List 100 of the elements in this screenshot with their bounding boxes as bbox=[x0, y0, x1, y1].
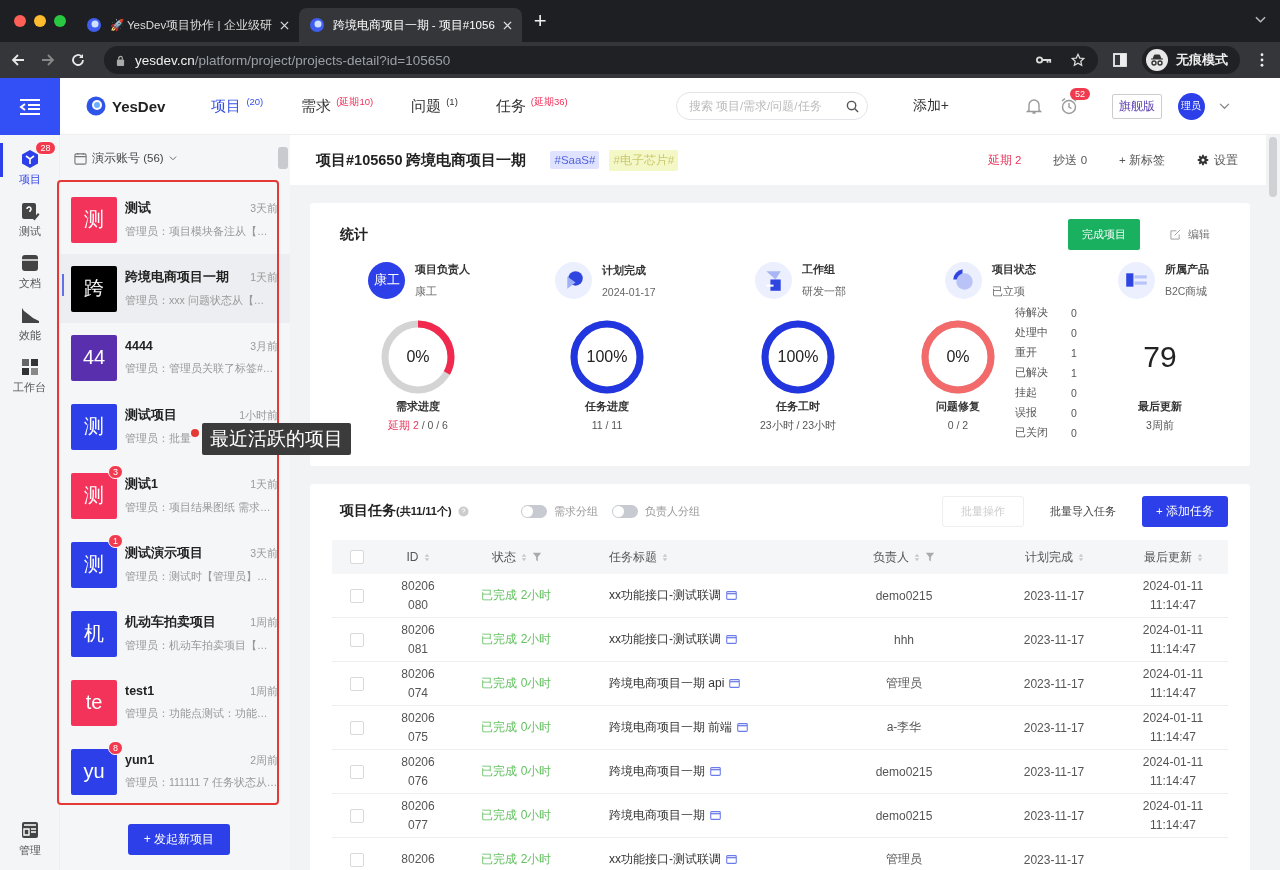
settings-button[interactable]: 设置 bbox=[1197, 152, 1238, 168]
window-icon[interactable] bbox=[737, 723, 749, 732]
row-checkbox[interactable] bbox=[350, 808, 364, 823]
task-title[interactable]: xx功能接口-测试联调 bbox=[609, 851, 721, 868]
nav-rail-item[interactable]: 测试 bbox=[1, 193, 58, 239]
task-id: 80206 077 bbox=[401, 797, 435, 834]
chevron-down-icon[interactable] bbox=[1255, 16, 1266, 24]
window-icon[interactable] bbox=[726, 591, 737, 600]
toggle-switch[interactable] bbox=[520, 504, 547, 518]
user-avatar[interactable]: 理员 bbox=[1177, 92, 1205, 120]
edit-button[interactable]: 编辑 bbox=[1170, 227, 1210, 242]
row-checkbox[interactable] bbox=[350, 852, 364, 867]
search-field[interactable]: 搜索 项目/需求/问题/任务 bbox=[675, 92, 868, 120]
section-title: 项目任务(共11/11个) bbox=[340, 502, 452, 520]
key-icon[interactable] bbox=[1036, 53, 1052, 67]
nav-rail-item[interactable]: 项目 28 bbox=[1, 141, 58, 187]
more-icon[interactable] bbox=[1260, 53, 1264, 67]
alarm-clock-icon[interactable] bbox=[1059, 97, 1078, 115]
nav-tab[interactable]: 需求 $^{(延期10)}$ bbox=[301, 96, 374, 116]
back-icon[interactable] bbox=[10, 52, 26, 68]
nav-tab[interactable]: 问题 $^{(1)}$ bbox=[411, 96, 458, 116]
window-icon[interactable] bbox=[729, 679, 741, 688]
delay-link[interactable]: 延期 2 bbox=[987, 152, 1022, 168]
row-checkbox[interactable] bbox=[350, 764, 364, 779]
row-checkbox[interactable] bbox=[350, 632, 364, 647]
project-list-item[interactable]: 跨 跨境电商项目一期 1天前 管理员：xxx 问题状态从【… bbox=[60, 254, 290, 323]
column-header[interactable]: 负责人 bbox=[873, 548, 909, 566]
row-checkbox[interactable] bbox=[350, 676, 364, 691]
project-list-item[interactable]: 测 3 测试1 1天前 管理员：项目结果图纸 需求… bbox=[60, 461, 290, 530]
task-title[interactable]: xx功能接口-测试联调 bbox=[609, 587, 721, 604]
account-selector[interactable]: 演示账号 (56) bbox=[74, 150, 177, 166]
column-header[interactable]: 任务标题 bbox=[609, 548, 657, 566]
stat-value: 0 / 2 bbox=[947, 419, 969, 431]
project-list-item[interactable]: 44 4444 3月前 管理员：管理员关联了标签#… bbox=[60, 323, 290, 392]
browser-tab[interactable]: 🚀 YesDev项目协作 | 企业级研 bbox=[76, 8, 299, 42]
project-list-item[interactable]: 测 1 测试演示项目 3天前 管理员：测试时【管理员】… bbox=[60, 530, 290, 599]
add-button[interactable]: 添加+ bbox=[912, 97, 949, 115]
lock-icon bbox=[116, 54, 125, 66]
issue-state-label: 误报 bbox=[1015, 405, 1038, 420]
select-all-checkbox[interactable] bbox=[350, 550, 364, 564]
window-icon[interactable] bbox=[726, 635, 737, 644]
filter-icon[interactable] bbox=[925, 552, 935, 562]
task-title[interactable]: 跨境电商项目一期 bbox=[609, 763, 705, 780]
task-title[interactable]: 跨境电商项目一期 bbox=[609, 807, 705, 824]
close-icon[interactable] bbox=[279, 20, 289, 30]
add-task-button[interactable]: + 添加任务 bbox=[1142, 495, 1228, 527]
reload-icon[interactable] bbox=[70, 52, 86, 68]
scrollbar-thumb[interactable] bbox=[1269, 137, 1277, 197]
task-title[interactable]: 跨境电商项目一期 api bbox=[609, 675, 725, 692]
nav-tab[interactable]: 任务 $^{(延期36)}$ bbox=[495, 96, 568, 116]
project-time: 1周前 bbox=[250, 616, 278, 630]
window-close-button[interactable] bbox=[14, 15, 26, 27]
project-time: 3月前 bbox=[250, 340, 278, 354]
task-title[interactable]: xx功能接口-测试联调 bbox=[609, 631, 721, 648]
project-list-item[interactable]: yu 8 yun1 2周前 管理员：111111 7 任务状态从… bbox=[60, 737, 290, 806]
column-header[interactable]: 计划完成 bbox=[1024, 548, 1073, 566]
column-header[interactable]: ID bbox=[406, 550, 419, 564]
issue-state-label: 重开 bbox=[1015, 345, 1038, 360]
import-button[interactable]: 批量导入任务 bbox=[1050, 503, 1117, 519]
window-minimize-button[interactable] bbox=[34, 15, 46, 27]
row-checkbox[interactable] bbox=[350, 720, 364, 735]
window-maximize-button[interactable] bbox=[54, 15, 66, 27]
updated-time: 2024-01-11 11:14:47 bbox=[1142, 621, 1204, 658]
window-icon[interactable] bbox=[710, 767, 721, 776]
filter-icon[interactable] bbox=[531, 552, 542, 562]
column-header[interactable]: 最后更新 bbox=[1143, 548, 1192, 566]
toggle-switch[interactable] bbox=[611, 504, 638, 518]
browser-tab[interactable]: 跨境电商项目一期 - 项目#1056 bbox=[298, 8, 522, 42]
brand-name: YesDev bbox=[112, 97, 166, 115]
window-icon[interactable] bbox=[710, 811, 721, 820]
project-list-item[interactable]: 机 机动车拍卖项目 1周前 管理员：机动车拍卖项目【… bbox=[60, 599, 290, 668]
bell-icon[interactable] bbox=[1024, 97, 1043, 115]
toggle-label: 需求分组 bbox=[553, 503, 598, 519]
action-link[interactable]: + 新标签 bbox=[1119, 152, 1165, 168]
row-checkbox[interactable] bbox=[350, 588, 364, 603]
new-project-button[interactable]: + 发起新项目 bbox=[127, 823, 231, 855]
forward-icon[interactable] bbox=[40, 52, 56, 68]
task-owner: demo0215 bbox=[875, 764, 933, 779]
new-tab-button[interactable]: + bbox=[533, 8, 547, 34]
pointer-dot bbox=[191, 429, 199, 437]
column-header[interactable]: 状态 bbox=[491, 548, 516, 566]
side-panel-icon[interactable] bbox=[1112, 52, 1128, 68]
collapse-handle[interactable] bbox=[278, 147, 288, 169]
nav-rail-item[interactable]: 管理 bbox=[1, 812, 58, 858]
incognito-chip[interactable]: 无痕模式 bbox=[1142, 46, 1240, 74]
close-icon[interactable] bbox=[502, 20, 512, 30]
window-icon[interactable] bbox=[726, 855, 737, 864]
project-list-item[interactable]: 测 测试 3天前 管理员：项目模块备注从【… bbox=[60, 185, 290, 254]
tag[interactable]: #SaaS# bbox=[550, 151, 600, 169]
project-list-item[interactable]: te test1 1周前 管理员：功能点测试：功能… bbox=[60, 668, 290, 737]
address-bar[interactable]: yesdev.cn/platform/project/projects-detail?id=105650 bbox=[104, 46, 1098, 74]
nav-rail-item[interactable]: 工作台 bbox=[1, 349, 58, 395]
nav-rail-item[interactable]: 效能 bbox=[1, 297, 58, 343]
edition-button[interactable]: 旗舰版 bbox=[1111, 93, 1162, 119]
star-icon[interactable] bbox=[1070, 53, 1086, 67]
nav-rail-item[interactable]: 文档 bbox=[1, 245, 58, 291]
nav-tab[interactable]: 项目 $^{(20)}$ bbox=[211, 96, 264, 116]
menu-toggle[interactable] bbox=[0, 78, 60, 135]
task-title[interactable]: 跨境电商项目一期 前端 bbox=[609, 719, 733, 736]
action-link[interactable]: 抄送 0 bbox=[1053, 152, 1088, 168]
